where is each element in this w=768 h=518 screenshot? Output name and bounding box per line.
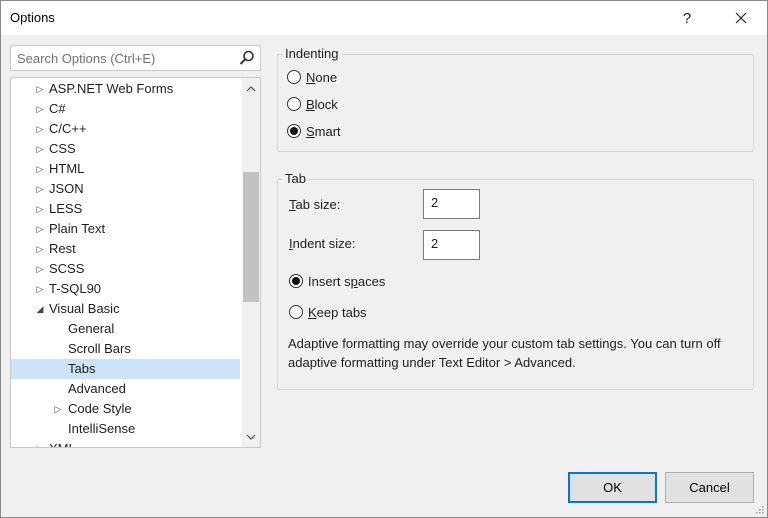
tree-item[interactable]: Advanced [11, 379, 240, 399]
tree-item[interactable]: ▷ LESS [11, 199, 240, 219]
tree-item[interactable]: ▷ CSS [11, 139, 240, 159]
collapsed-arrow-icon[interactable]: ▷ [34, 199, 46, 219]
tree-item-label: Plain Text [49, 221, 106, 236]
radio-circle [287, 70, 301, 84]
tree-item-label: LESS [49, 201, 83, 216]
options-dialog: Options ? Search Options (Ctrl+E) ▷ ASP.N… [0, 0, 768, 518]
collapsed-arrow-icon[interactable]: ▷ [34, 439, 46, 447]
tree-item-label: ASP.NET Web Forms [49, 81, 174, 96]
cancel-button[interactable]: Cancel [665, 472, 754, 503]
tab-size-label: Tab size: [289, 197, 341, 212]
tree-item-label: XML [49, 439, 76, 447]
collapsed-arrow-icon[interactable]: ▷ [34, 259, 46, 279]
ok-button[interactable]: OK [568, 472, 657, 503]
radio-circle [289, 305, 303, 319]
indent-none-radio[interactable]: None [287, 68, 337, 86]
collapsed-arrow-icon[interactable]: ▷ [34, 139, 46, 159]
close-icon [735, 12, 747, 24]
tree-item-label: General [68, 321, 115, 336]
tree-item-label: Rest [49, 241, 76, 256]
tree-item[interactable]: ▷ SCSS [11, 259, 240, 279]
close-button[interactable] [718, 1, 764, 35]
radio-label: Insert spaces [308, 273, 386, 289]
expanded-arrow-icon[interactable]: ◢ [34, 299, 46, 319]
radio-circle-checked [289, 274, 303, 288]
tree-item[interactable]: Tabs [11, 359, 240, 379]
radio-circle-checked [287, 124, 301, 138]
collapsed-arrow-icon[interactable]: ▷ [34, 179, 46, 199]
collapsed-arrow-icon[interactable]: ▷ [34, 239, 46, 259]
tree-item-label: HTML [49, 161, 85, 176]
tree-item[interactable]: ▷ JSON [11, 179, 240, 199]
scroll-up-button[interactable] [242, 80, 260, 98]
tree-item-label: Visual Basic [49, 301, 120, 316]
radio-label: Block [306, 96, 338, 112]
tree-item-label: JSON [49, 181, 84, 196]
collapsed-arrow-icon[interactable]: ▷ [34, 159, 46, 179]
collapsed-arrow-icon[interactable]: ▷ [52, 399, 64, 419]
indent-block-radio[interactable]: Block [287, 95, 338, 113]
tree-item[interactable]: ◢ Visual Basic [11, 299, 240, 319]
tree-item-label: C/C++ [49, 121, 87, 136]
radio-label: None [306, 69, 338, 85]
scroll-down-button[interactable] [242, 428, 260, 446]
collapsed-arrow-icon[interactable]: ▷ [34, 219, 46, 239]
tab-size-input[interactable]: 2 [423, 189, 480, 219]
tree-item[interactable]: ▷ ASP.NET Web Forms [11, 79, 240, 99]
indent-smart-radio[interactable]: Smart [287, 122, 341, 140]
tree-item[interactable]: ▷XML [11, 439, 240, 447]
options-tree[interactable]: ▷ ASP.NET Web Forms ▷ C# ▷ C/C++ ▷ CSS ▷ HTML ▷ JSO… [10, 77, 261, 448]
tree-item-label: T-SQL90 [49, 281, 102, 296]
tree-scrollbar[interactable] [242, 78, 260, 447]
tree-item[interactable]: Scroll Bars [11, 339, 240, 359]
collapsed-arrow-icon[interactable]: ▷ [34, 119, 46, 139]
radio-circle [287, 97, 301, 111]
collapsed-arrow-icon[interactable]: ▷ [34, 99, 46, 119]
radio-label: Smart [306, 123, 341, 139]
tree-item[interactable]: ▷ T-SQL90 [11, 279, 240, 299]
indenting-group-title: Indenting [282, 46, 342, 61]
resize-grip-icon[interactable] [754, 504, 764, 514]
tree-item-label: Advanced [68, 381, 126, 396]
indent-size-input[interactable]: 2 [423, 230, 480, 260]
tree-item[interactable]: ▷ HTML [11, 159, 240, 179]
tree-item[interactable]: ▷ Plain Text [11, 219, 240, 239]
keep-tabs-radio[interactable]: Keep tabs [289, 303, 367, 321]
indent-size-label: Indent size: [289, 236, 356, 251]
chevron-up-icon [246, 86, 256, 92]
tree-item-label: CSS [49, 141, 76, 156]
radio-label: Keep tabs [308, 304, 367, 320]
tree-item[interactable]: ▷ C# [11, 99, 240, 119]
chevron-down-icon [246, 434, 256, 440]
tree-item[interactable]: ▷ C/C++ [11, 119, 240, 139]
title-bar: Options ? [1, 1, 767, 35]
tree-item-label: SCSS [49, 261, 85, 276]
search-options-input[interactable]: Search Options (Ctrl+E) [10, 45, 261, 71]
tree-item[interactable]: IntelliSense [11, 419, 240, 439]
tree-item-label: Code Style [68, 401, 132, 416]
tab-group-title: Tab [282, 171, 309, 186]
help-button[interactable]: ? [664, 1, 710, 35]
search-icon[interactable] [238, 49, 256, 67]
tree-item[interactable]: General [11, 319, 240, 339]
collapsed-arrow-icon[interactable]: ▷ [34, 279, 46, 299]
tree-item-label: Scroll Bars [68, 341, 131, 356]
dialog-title: Options [10, 10, 55, 25]
tree-item-label: Tabs [68, 361, 96, 376]
search-placeholder: Search Options (Ctrl+E) [17, 51, 156, 66]
adaptive-formatting-note: Adaptive formatting may override your cu… [288, 336, 721, 370]
tree-item-label: IntelliSense [68, 421, 136, 436]
tree-item[interactable]: ▷ Code Style [11, 399, 240, 419]
tree-item[interactable]: ▷ Rest [11, 239, 240, 259]
collapsed-arrow-icon[interactable]: ▷ [34, 79, 46, 99]
tree-item-label: C# [49, 101, 66, 116]
insert-spaces-radio[interactable]: Insert spaces [289, 272, 385, 290]
scroll-thumb[interactable] [243, 172, 259, 302]
indenting-group [277, 54, 754, 152]
